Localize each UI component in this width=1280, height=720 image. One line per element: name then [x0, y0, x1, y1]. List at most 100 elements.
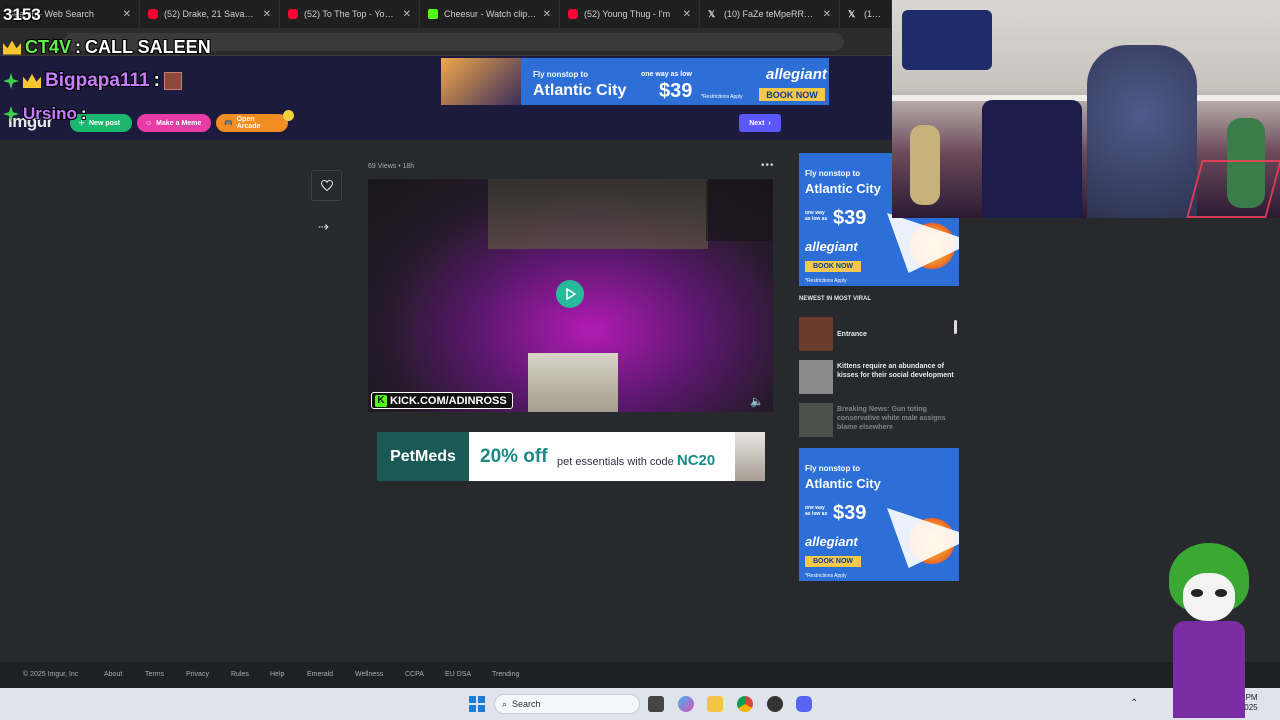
footer-link-ccpa[interactable]: CCPA	[405, 671, 424, 678]
close-icon[interactable]: ✕	[683, 9, 691, 20]
open-arcade-button[interactable]: 🎮 Open Arcade	[216, 114, 288, 132]
ad-restrictions: *Restrictions Apply	[805, 278, 847, 284]
footer-link-eu-dsa[interactable]: EU DSA	[445, 671, 471, 678]
close-icon[interactable]: ✕	[823, 9, 831, 20]
footer-link-trending[interactable]: Trending	[492, 671, 519, 678]
x-icon: 𝕏	[708, 9, 716, 19]
footer-link-help[interactable]: Help	[270, 671, 284, 678]
close-icon[interactable]: ✕	[403, 9, 411, 20]
book-now-button[interactable]: BOOK NOW	[805, 261, 861, 272]
copyright: © 2025 Imgur, Inc	[23, 671, 79, 678]
post-title: Breaking News: Gun toting conservative w…	[837, 406, 946, 431]
share-icon[interactable]: ⇢	[318, 219, 334, 235]
browser-tab[interactable]: (52) Drake, 21 Savage - Sp ✕	[140, 0, 280, 28]
taskbar-search[interactable]: ⌕ Search	[494, 694, 640, 714]
footer-link-about[interactable]: About	[104, 671, 122, 678]
ad-price: $39	[659, 80, 693, 102]
streamer-hoodie	[1087, 45, 1197, 218]
browser-tab[interactable]: 𝕏 (10) s	[840, 0, 892, 28]
book-now-button[interactable]: BOOK NOW	[805, 556, 861, 567]
kick-url: KICK.COM/ADINROSS	[390, 394, 507, 407]
windows-start-icon[interactable]	[469, 696, 485, 712]
chat-line: Ursino :	[3, 104, 87, 124]
post-thumbnail	[799, 403, 833, 437]
make-a-meme-button[interactable]: ☺ Make a Meme	[137, 114, 211, 132]
next-label: Next	[749, 119, 765, 127]
video-player[interactable]: K KICK.COM/ADINROSS 🔈	[368, 179, 773, 412]
windows-taskbar	[0, 688, 1280, 720]
chat-separator: :	[75, 37, 82, 57]
petmeds-ad[interactable]: PetMeds 20% off pet essentials with code…	[377, 432, 765, 481]
next-button[interactable]: Next ›	[739, 114, 781, 132]
volume-icon[interactable]: 🔈	[750, 395, 764, 408]
footer-link-terms[interactable]: Terms	[145, 671, 164, 678]
kick-icon: K	[375, 394, 387, 407]
dog-image	[735, 432, 765, 481]
list-item[interactable]: Breaking News: Gun toting conservative w…	[799, 403, 959, 439]
footer-link-wellness[interactable]: Wellness	[355, 671, 383, 678]
crown-icon	[3, 40, 21, 55]
browser-tab[interactable]: (52) Young Thug - I'm ✕	[560, 0, 700, 28]
chat-separator: :	[80, 104, 87, 123]
ad-tagline: Fly nonstop to	[805, 464, 861, 473]
side-ad-bottom[interactable]: Fly nonstop to Atlantic City one way as …	[799, 448, 959, 581]
emote-icon	[163, 72, 182, 90]
browser-tab-strip: Search - Web Search ✕ (52) Drake, 21 Sav…	[0, 0, 892, 28]
crown-icon	[23, 74, 41, 88]
ad-price: $39	[833, 502, 867, 524]
chat-line: Bigpapa111 :	[3, 70, 182, 92]
ad-tagline: Fly nonstop to	[805, 169, 861, 178]
petmeds-offer: 20% off	[480, 446, 548, 467]
book-now-button[interactable]: BOOK NOW	[759, 88, 825, 101]
new-badge-icon	[283, 110, 294, 121]
browser-tab[interactable]: (52) To The Top - YouTube ✕	[280, 0, 420, 28]
ad-tagline: Fly nonstop to	[533, 70, 589, 79]
sparkle-icon	[3, 73, 19, 89]
ad-oneway: one way as low	[641, 71, 692, 78]
heart-icon	[320, 180, 333, 191]
browser-tab[interactable]: Cheesur - Watch clips on K ✕	[420, 0, 560, 28]
chat-username: CT4V	[25, 37, 72, 57]
kick-icon	[428, 9, 438, 19]
tab-title: (52) To The Top - YouTube	[304, 9, 397, 19]
ad-restrictions: *Restrictions Apply	[701, 94, 743, 100]
close-icon[interactable]: ✕	[543, 9, 551, 20]
ad-brand: allegiant	[805, 239, 858, 254]
list-item[interactable]: Kittens require an abundance of kisses f…	[799, 360, 959, 396]
footer-link-emerald[interactable]: Emerald	[307, 671, 333, 678]
footer-link-privacy[interactable]: Privacy	[186, 671, 209, 678]
streamer-webcam	[892, 0, 1280, 218]
tab-title: Cheesur - Watch clips on K	[444, 9, 537, 19]
list-item[interactable]: Entrance	[799, 317, 959, 353]
ad-destination: Atlantic City	[805, 181, 881, 196]
more-options-icon[interactable]: •••	[761, 160, 775, 171]
footer-link-rules[interactable]: Rules	[231, 671, 249, 678]
top-banner-ad[interactable]: Fly nonstop to Atlantic City one way as …	[441, 58, 829, 105]
plane-graphic	[887, 213, 959, 273]
copilot-icon[interactable]	[678, 696, 694, 712]
open-arcade-label: Open Arcade	[236, 116, 261, 130]
page-footer: © 2025 Imgur, Inc About Terms Privacy Ru…	[0, 662, 1280, 688]
chrome-icon[interactable]	[737, 696, 753, 712]
x-icon: 𝕏	[848, 9, 856, 19]
tab-title: (10) s	[864, 9, 883, 19]
chat-line: CT4V : CALL SALEEN	[3, 37, 211, 58]
favorite-button[interactable]	[311, 170, 342, 201]
play-icon[interactable]	[556, 280, 584, 308]
viewer-count: 3153	[3, 5, 41, 24]
close-icon[interactable]: ✕	[123, 9, 131, 20]
make-meme-label: Make a Meme	[156, 119, 202, 127]
chat-username: Ursino	[23, 104, 77, 123]
browser-tab[interactable]: 𝕏 (10) FaZe teMpeRRR on X ✕	[700, 0, 840, 28]
app-icon[interactable]	[767, 696, 783, 712]
post-meta: 69 Views • 18h	[368, 163, 415, 170]
file-explorer-icon[interactable]	[707, 696, 723, 712]
joker-body	[1173, 621, 1245, 718]
task-view-icon[interactable]	[648, 696, 664, 712]
discord-icon[interactable]	[796, 696, 812, 712]
post-title: Kittens require an abundance of kisses f…	[837, 363, 954, 379]
close-icon[interactable]: ✕	[263, 9, 271, 20]
chevron-up-icon[interactable]: ⌃	[1130, 698, 1138, 709]
gaming-chair	[982, 100, 1082, 218]
newest-heading: NEWEST IN MOST VIRAL	[799, 296, 871, 302]
